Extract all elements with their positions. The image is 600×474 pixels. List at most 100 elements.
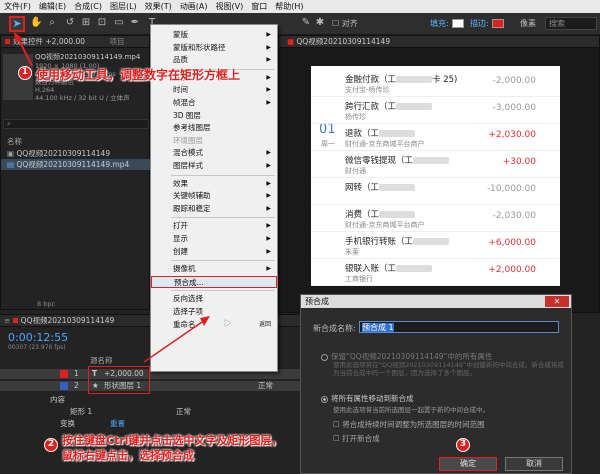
menu-item[interactable]: 文件(F) [4,1,31,12]
contents-row[interactable]: 内容 [0,395,300,405]
close-button[interactable]: ✕ [545,296,569,307]
fill-swatch[interactable] [452,19,464,28]
step2-arrow [143,316,210,363]
shortcut-label: 返回 [258,320,271,328]
menu-separator [171,290,275,292]
transaction-row: 退款（工 财付通-京东商城平台商户 +2,030.00 [311,124,560,151]
snap-checkbox[interactable]: ☐ 对齐 [332,18,358,29]
project-tab-label[interactable]: 项目 [109,37,124,46]
context-menu-item[interactable]: 跟踪和稳定 ▶ [151,203,277,215]
submenu-arrow-icon: ▶ [266,192,271,200]
transaction-amount: +2,030.00 [488,130,536,140]
menu-separator [171,217,275,219]
context-menu-item[interactable]: 图层样式 ▶ [151,160,277,172]
context-menu-item[interactable]: 参考线图层 [151,122,277,134]
viewer-tab-label: QQ视频20210309114149 [296,37,391,46]
project-item-label: QQ视频20210309114149 [16,149,111,158]
submenu-arrow-icon: ▶ [266,56,271,64]
label-color-icon [60,370,68,378]
step1-arrow [14,32,33,67]
rotate-tool-icon[interactable]: ↺ [64,17,76,29]
timeline-tab-label: QQ视频20210309114149 [20,316,115,325]
submenu-arrow-icon: ▶ [266,222,271,230]
pan-behind-tool-icon[interactable]: ⊡ [96,17,108,29]
menu-item[interactable]: 效果(T) [145,1,172,12]
context-menu-item[interactable]: 3D 图层 [151,110,277,122]
context-menu-item-label: 跟踪和稳定 [173,203,211,213]
camera-tool-icon[interactable]: ⊞ [80,17,92,29]
reset-link[interactable]: 重置 [110,419,125,429]
pin-tool-icon[interactable]: ✎ [300,17,312,29]
context-menu-item[interactable]: 关键帧辅助 ▶ [151,190,277,202]
check1-label: 将合成持续时间调整为所选图层的时间范围 [342,420,485,429]
context-menu-item[interactable]: 蒙版和形状路径 ▶ [151,42,277,54]
project-item[interactable]: ▣ QQ视频20210309114149 [1,148,151,159]
cancel-button[interactable]: 取消 [505,457,563,471]
context-menu-item[interactable]: 打开 ▶ [151,220,277,232]
submenu-arrow-icon: ▶ [266,43,271,51]
transaction-row: 手机银行转账（工 朱莱 +6,000.00 [311,232,560,259]
project-search-input[interactable]: ⌕ [3,119,149,129]
menu-item[interactable]: 视图(V) [216,1,244,12]
adjust-duration-checkbox[interactable]: ☐ 将合成持续时间调整为所选图层的时间范围 [333,419,485,430]
transaction-subtitle: 杨传珍 [345,113,366,121]
hand-tool-icon[interactable]: ✋ [30,17,42,29]
transaction-row: 金融付款（工卡 25) 支付宝-杨传珍 -2,000.00 [311,70,560,97]
submenu-arrow-icon: ▶ [266,247,271,255]
menu-item[interactable]: 窗口 [251,1,267,12]
blend-mode[interactable]: 正常 [258,381,273,391]
context-menu-item[interactable]: 显示 ▶ [151,233,277,245]
transform-row[interactable]: 变换 重置 [0,419,300,429]
transaction-title: 微信零钱提现（工 [345,154,450,166]
rectangle-tool-icon[interactable]: ▭ [113,17,125,29]
checkbox-icon: ☐ [333,434,343,443]
context-menu-item-label: 图层样式 [173,161,203,170]
timecode[interactable]: 0:00:12:55 [8,331,68,344]
ok-button[interactable]: 确定 [439,457,497,471]
context-menu-item[interactable]: 创建 ▶ [151,246,277,258]
option1-label: 保留“QQ视频20210309114149”中的所有属性 [331,352,493,361]
context-menu-item[interactable]: 蒙版 ▶ [151,29,277,41]
menu-item[interactable]: 动画(A) [180,1,208,12]
transaction-subtitle: 财付通-京东商城平台商户 [345,140,425,148]
puppet-tool-icon[interactable]: ✱ [314,17,326,29]
context-menu-item[interactable]: 时间 ▶ [151,84,277,96]
rect-label: 矩形 1 [70,407,93,416]
context-menu-item[interactable]: 摄像机 ▶ [151,263,277,275]
search-input[interactable]: 搜索 [545,17,597,30]
context-menu-item[interactable]: 效果 ▶ [151,178,277,190]
fill-label: 填充: [430,19,449,28]
check2-label: 打开新合成 [342,434,380,443]
context-menu-item[interactable]: 混合模式 ▶ [151,147,277,159]
stroke-label: 描边: [470,19,489,28]
stroke-swatch[interactable] [492,19,504,28]
composition-name-input[interactable]: 预合成 1 [359,321,559,333]
checkbox-icon: ☐ [333,420,343,429]
context-menu-item-label: 时间 [173,85,188,95]
bpc-label[interactable]: 8 bpc [37,300,55,308]
zoom-tool-icon[interactable]: ⌕ [46,17,58,29]
rect-row[interactable]: 矩形 1 正常 [0,407,300,417]
context-menu-item[interactable]: 品质 ▶ [151,54,277,66]
option-move-attributes[interactable]: 将所有属性移动到新合成 [321,393,414,404]
open-new-comp-checkbox[interactable]: ☐ 打开新合成 [333,433,380,444]
rect-blend-mode[interactable]: 正常 [176,407,191,417]
menu-item[interactable]: 帮助(H) [275,1,303,12]
project-item[interactable]: ▤ QQ视频20210309114149.mp4 [1,159,151,170]
layer-row-2[interactable]: 2 ★ 形状图层 1 正常 [0,381,300,391]
context-menu-item[interactable]: 反向选择 [151,293,277,305]
menu-item[interactable]: 图层(L) [110,1,137,12]
viewer-tab[interactable]: ■ QQ视频20210309114149 [279,36,599,48]
menu-item[interactable]: 编辑(E) [39,1,66,12]
menu-item[interactable]: 合成(C) [74,1,102,12]
pen-tool-icon[interactable]: ✒ [129,17,141,29]
transaction-row: 跨行汇款（工 杨传珍 -3,000.00 [311,97,560,124]
transaction-title: 手机银行转账（工 [345,235,450,247]
context-menu-item[interactable]: 预合成... [151,275,277,288]
transaction-title: 银联入账（工 [345,262,433,274]
precompose-dialog: 预合成 ✕ 新合成名称: 预合成 1 保留“QQ视频20210309114149… [300,294,572,474]
context-menu-item[interactable]: 帧混合 ▶ [151,97,277,109]
dialog-title: 预合成 [301,295,571,308]
transaction-amount: -2,000.00 [492,76,536,86]
transaction-title: 网转（工 [345,181,416,193]
